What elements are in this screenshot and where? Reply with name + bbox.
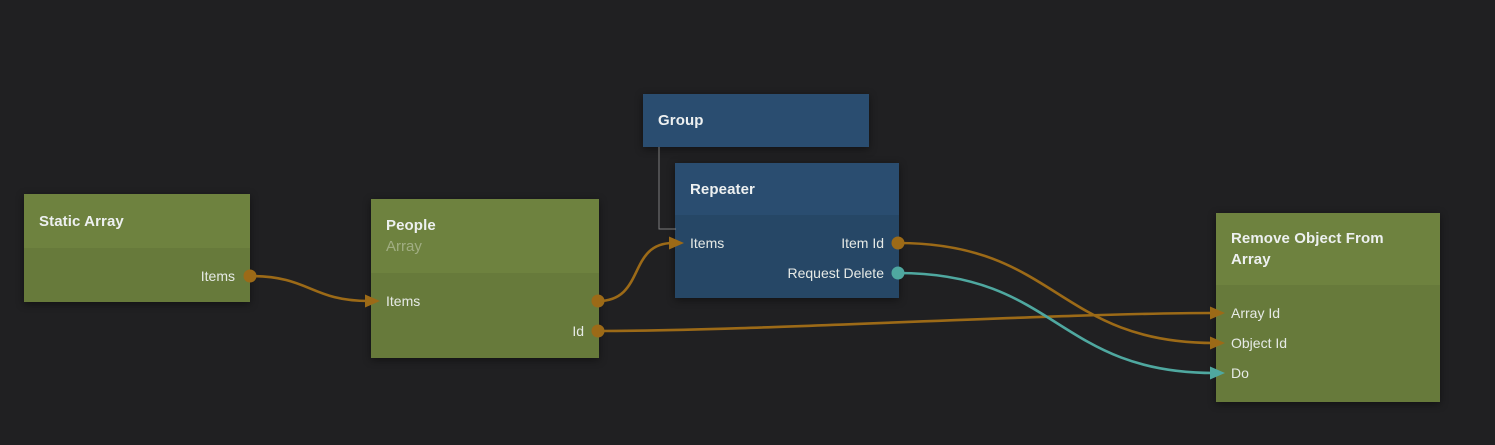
- node-header[interactable]: Repeater: [675, 163, 899, 215]
- input-port-label: Do: [1231, 365, 1249, 381]
- node-title: Remove Object From Array: [1231, 228, 1394, 270]
- node-static-array[interactable]: Static Array Items: [24, 194, 250, 302]
- input-port-label: Items: [690, 235, 724, 251]
- output-port-label: Item Id: [841, 235, 884, 251]
- port-row[interactable]: Array Id: [1216, 298, 1440, 328]
- port-row[interactable]: Do: [1216, 358, 1440, 388]
- node-group[interactable]: Group: [643, 94, 869, 147]
- node-port-list: Array Id Object Id Do: [1216, 285, 1440, 402]
- node-header[interactable]: Static Array: [24, 194, 250, 248]
- input-port-label: Array Id: [1231, 305, 1280, 321]
- node-port-list: Items Id: [371, 273, 599, 358]
- node-port-list: Items Item Id Request Delete: [675, 215, 899, 298]
- input-port-label: Object Id: [1231, 335, 1287, 351]
- node-header[interactable]: Group: [643, 94, 869, 147]
- output-port-label: Request Delete: [787, 265, 884, 281]
- port-row[interactable]: Items: [371, 286, 599, 316]
- input-port-label: Items: [386, 293, 420, 309]
- output-port-label: Items: [201, 268, 235, 284]
- port-row[interactable]: Items: [24, 261, 250, 291]
- node-title: Group: [658, 110, 823, 131]
- port-row[interactable]: Id: [371, 316, 599, 346]
- node-port-list: Items: [24, 248, 250, 302]
- node-header[interactable]: Remove Object From Array: [1216, 213, 1440, 285]
- port-row[interactable]: Items Item Id: [675, 228, 899, 258]
- node-title: Static Array: [39, 211, 204, 232]
- nodes-layer: Static Array Items PeopleArray Items Id Group…: [0, 0, 1495, 445]
- node-subtitle: Array: [386, 236, 553, 257]
- node-repeater[interactable]: Repeater Items Item Id Request Delete: [675, 163, 899, 298]
- node-remove-object-from-array[interactable]: Remove Object From Array Array Id Object I…: [1216, 213, 1440, 402]
- node-graph-canvas[interactable]: Static Array Items PeopleArray Items Id Group…: [0, 0, 1495, 445]
- node-title: People: [386, 215, 553, 236]
- port-row[interactable]: Object Id: [1216, 328, 1440, 358]
- node-title: Repeater: [690, 179, 853, 200]
- port-row[interactable]: Request Delete: [675, 258, 899, 288]
- output-port-label: Id: [572, 323, 584, 339]
- node-people[interactable]: PeopleArray Items Id: [371, 199, 599, 358]
- node-header[interactable]: PeopleArray: [371, 199, 599, 273]
